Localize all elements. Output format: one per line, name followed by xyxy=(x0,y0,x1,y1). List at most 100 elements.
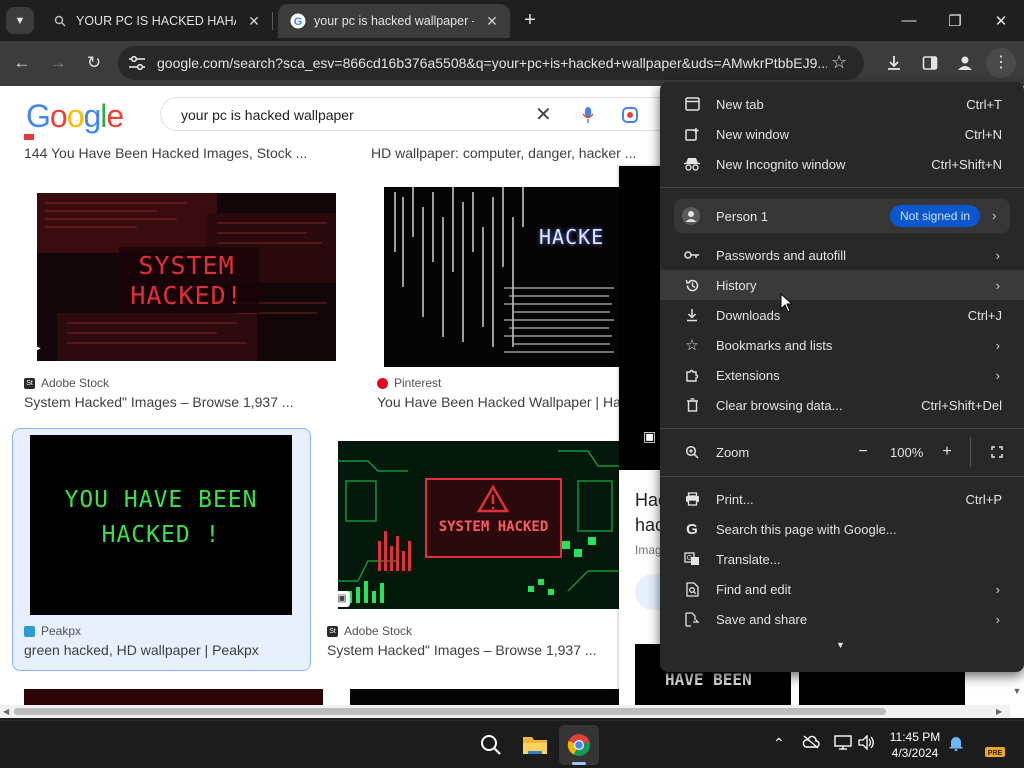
thumb-text-line: HACKED! xyxy=(130,281,243,310)
network-icon[interactable] xyxy=(834,735,852,753)
close-icon[interactable]: ✕ xyxy=(482,11,502,31)
chevron-right-icon: › xyxy=(992,208,997,223)
google-logo[interactable]: Google xyxy=(26,98,124,135)
side-panel-button[interactable] xyxy=(915,48,945,78)
clock-time: 11:45 PM xyxy=(889,730,941,744)
result-title[interactable]: System Hacked" Images – Browse 1,937 ... xyxy=(327,642,617,658)
show-hidden-icons-button[interactable]: ⌃ xyxy=(773,735,785,752)
svg-text:G: G xyxy=(294,16,303,28)
menu-item-profile[interactable]: Person 1 Not signed in › xyxy=(674,199,1010,233)
site-info-icon[interactable] xyxy=(128,55,146,71)
menu-scroll-down-icon[interactable]: ▼ xyxy=(836,640,845,650)
taskbar-clock[interactable]: 11:45 PM 4/3/2024 xyxy=(880,729,950,761)
menu-item-new-tab[interactable]: New tab Ctrl+T xyxy=(660,89,1024,119)
scrollbar-thumb[interactable] xyxy=(14,708,886,715)
bookmark-star-icon[interactable]: ☆ xyxy=(831,52,847,73)
menu-item-downloads[interactable]: Downloads Ctrl+J xyxy=(660,300,1024,330)
onedrive-icon[interactable] xyxy=(802,735,820,752)
menu-item-history[interactable]: History › xyxy=(660,270,1024,300)
result-source: St Adobe Stock xyxy=(24,376,109,390)
menu-item-label: Extensions xyxy=(716,367,780,383)
menu-item-translate[interactable]: G Translate... xyxy=(660,544,1024,574)
reload-icon: ↻ xyxy=(86,53,102,72)
menu-item-new-window[interactable]: New window Ctrl+N xyxy=(660,119,1024,149)
result-title[interactable]: You Have Been Hacked Wallpaper | Ha xyxy=(377,394,619,410)
menu-item-label: Find and edit xyxy=(716,581,792,597)
menu-item-label: New Incognito window xyxy=(716,156,846,172)
volume-icon[interactable] xyxy=(858,734,876,753)
forward-button[interactable]: → xyxy=(43,48,73,78)
tab-hacked[interactable]: YOUR PC IS HACKED HAHAHAHA ✕ xyxy=(40,4,272,38)
result-title[interactable]: System Hacked" Images – Browse 1,937 ... xyxy=(24,394,324,410)
scroll-right-arrow-icon[interactable]: ▶ xyxy=(996,707,1002,716)
minimize-button[interactable]: — xyxy=(886,0,932,41)
zoom-out-button[interactable]: − xyxy=(851,440,875,464)
menu-item-print[interactable]: Print... Ctrl+P xyxy=(660,484,1024,514)
screen: ▼ YOUR PC IS HACKED HAHAHAHA ✕ G your pc… xyxy=(0,0,1024,768)
taskbar-file-explorer[interactable] xyxy=(515,725,555,765)
menu-item-new-incognito[interactable]: New Incognito window Ctrl+Shift+N xyxy=(660,149,1024,179)
taskbar-chrome[interactable] xyxy=(559,725,599,765)
search-box[interactable]: your pc is hacked wallpaper ✕ xyxy=(160,97,680,131)
new-tab-icon xyxy=(684,96,700,112)
menu-item-extensions[interactable]: Extensions › xyxy=(660,360,1024,390)
mic-icon[interactable] xyxy=(581,106,595,129)
menu-item-find-edit[interactable]: Find and edit › xyxy=(660,574,1024,604)
back-button[interactable]: ← xyxy=(7,48,37,78)
active-app-indicator xyxy=(572,762,586,765)
thumb-text-line: HACKED ! xyxy=(101,522,221,548)
menu-item-bookmarks[interactable]: ☆ Bookmarks and lists › xyxy=(660,330,1024,360)
star-icon: ☆ xyxy=(685,337,699,354)
zoom-icon xyxy=(684,444,700,460)
result-thumbnail[interactable]: SYSTEM HACKED! ▶ xyxy=(37,193,336,361)
reload-button[interactable]: ↻ xyxy=(79,48,109,78)
result-title[interactable]: 144 You Have Been Hacked Images, Stock .… xyxy=(24,145,324,161)
browser-toolbar: ← → ↻ google.com/search?sca_esv=866cd16b… xyxy=(0,41,1024,86)
fullscreen-button[interactable] xyxy=(985,440,1009,464)
address-bar[interactable]: google.com/search?sca_esv=866cd16b376a55… xyxy=(118,46,864,80)
chevron-right-icon: › xyxy=(995,247,1000,263)
menu-item-shortcut: Ctrl+P xyxy=(965,491,1002,507)
downloads-button[interactable] xyxy=(879,48,909,78)
menu-item-passwords[interactable]: Passwords and autofill › xyxy=(660,240,1024,270)
chrome-icon xyxy=(567,734,590,756)
menu-item-label: Passwords and autofill xyxy=(716,247,847,263)
clear-search-icon[interactable]: ✕ xyxy=(535,102,552,127)
notification-bell-icon[interactable] xyxy=(948,735,964,754)
clock-date: 4/3/2024 xyxy=(891,746,939,760)
taskbar-search-button[interactable] xyxy=(471,725,511,765)
menu-item-label: Zoom xyxy=(716,444,750,460)
tab-search-button[interactable]: ▼ xyxy=(6,7,34,34)
thumb-text: HAVE BEEN xyxy=(665,670,752,689)
close-icon[interactable]: ✕ xyxy=(244,11,264,31)
menu-button[interactable]: ⋮ xyxy=(986,48,1016,78)
profile-button[interactable] xyxy=(950,48,980,78)
tab-google-search[interactable]: G your pc is hacked wallpaper - G ✕ xyxy=(278,4,510,38)
chrome-menu: New tab Ctrl+T New window Ctrl+N New Inc… xyxy=(660,82,1024,672)
horizontal-scrollbar[interactable]: ◀ ▶ xyxy=(0,705,1010,718)
new-tab-button[interactable]: + xyxy=(519,9,541,31)
play-icon: ▶ xyxy=(37,343,45,359)
search-favicon-icon xyxy=(52,13,68,29)
result-thumbnail[interactable]: SYSTEM HACKED xyxy=(338,441,620,609)
source-name: Pinterest xyxy=(394,376,442,390)
menu-item-save-share[interactable]: Save and share › xyxy=(660,604,1024,634)
scroll-down-arrow-icon[interactable]: ▼ xyxy=(1010,686,1024,700)
result-thumbnail[interactable]: YOU HAVE BEEN HACKED ! xyxy=(30,435,292,615)
lens-icon[interactable] xyxy=(621,106,639,129)
arrow-right-icon: → xyxy=(49,53,67,72)
result-title[interactable]: green hacked, HD wallpaper | Peakpx xyxy=(24,642,304,658)
result-title[interactable]: HD wallpaper: computer, danger, hacker .… xyxy=(371,145,641,161)
source-icon-partial xyxy=(24,134,34,140)
lens-icon[interactable]: ▣ xyxy=(643,428,661,446)
restore-button[interactable]: ❐ xyxy=(932,0,978,41)
menu-item-clear-data[interactable]: Clear browsing data... Ctrl+Shift+Del xyxy=(660,390,1024,420)
preview-image-partial[interactable] xyxy=(619,166,661,470)
close-window-button[interactable]: ✕ xyxy=(978,0,1024,41)
plus-icon: + xyxy=(524,8,536,31)
zoom-in-button[interactable]: + xyxy=(935,440,959,464)
scroll-left-arrow-icon[interactable]: ◀ xyxy=(3,707,9,716)
menu-item-search-page[interactable]: G Search this page with Google... xyxy=(660,514,1024,544)
menu-separator xyxy=(660,476,1024,477)
result-thumbnail[interactable]: HACKE xyxy=(384,187,620,367)
